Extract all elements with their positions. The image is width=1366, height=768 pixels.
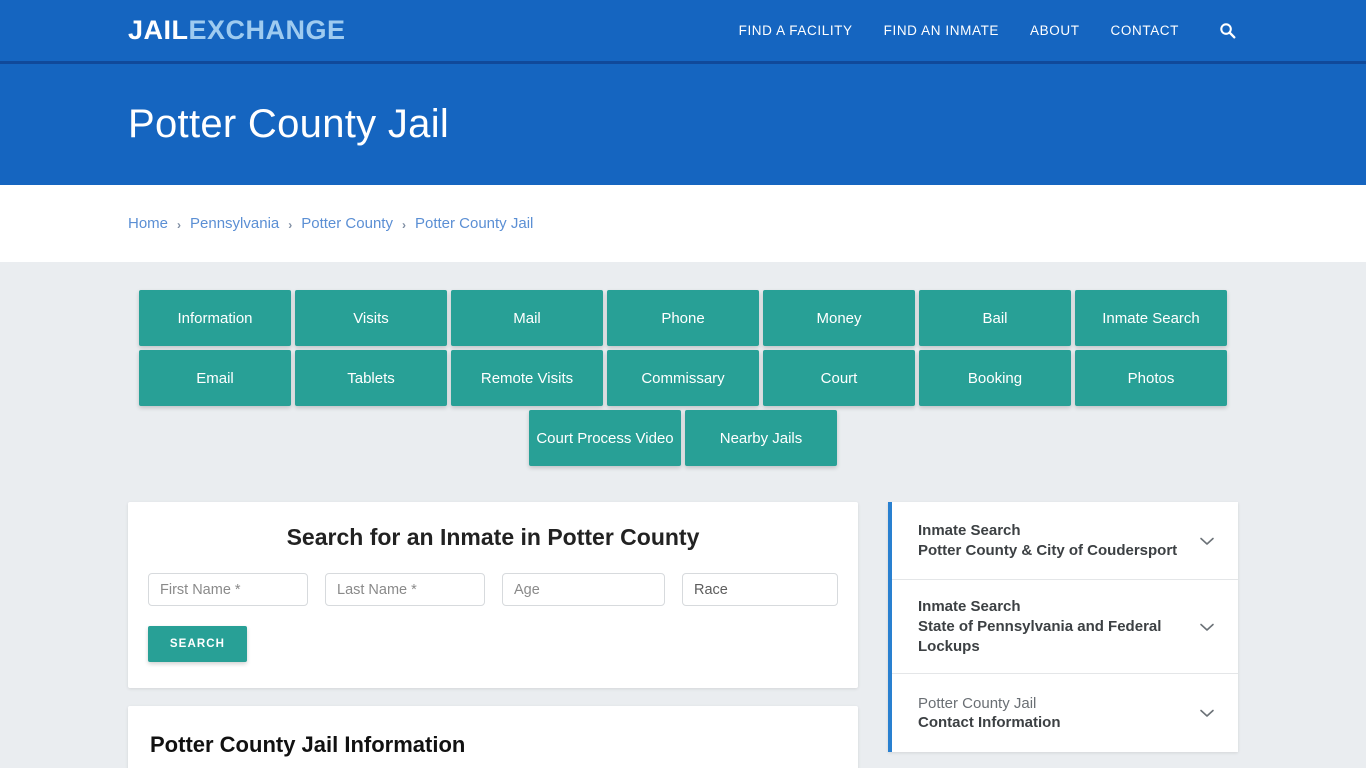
tab-court-process-video[interactable]: Court Process Video <box>529 410 681 466</box>
accordion-item-labels: Inmate Search State of Pennsylvania and … <box>918 597 1184 656</box>
tab-money[interactable]: Money <box>763 290 915 346</box>
site-logo[interactable]: JAILEXCHANGE <box>128 17 346 44</box>
accordion-item-line1: Potter County Jail <box>918 694 1037 712</box>
nav-item-find-a-facility[interactable]: FIND A FACILITY <box>739 23 853 38</box>
search-icon[interactable] <box>1216 20 1238 42</box>
age-input[interactable] <box>502 573 665 606</box>
nav-item-contact[interactable]: CONTACT <box>1111 23 1179 38</box>
tab-photos[interactable]: Photos <box>1075 350 1227 406</box>
chevron-right-icon: › <box>401 217 406 232</box>
tab-email[interactable]: Email <box>139 350 291 406</box>
main-navigation: FIND A FACILITY FIND AN INMATE ABOUT CON… <box>739 20 1238 42</box>
tab-inmate-search[interactable]: Inmate Search <box>1075 290 1227 346</box>
search-button[interactable]: SEARCH <box>148 626 247 662</box>
tab-mail[interactable]: Mail <box>451 290 603 346</box>
race-select[interactable]: Race <box>682 573 838 606</box>
page-body: Information Visits Mail Phone Money Bail… <box>0 262 1366 768</box>
jail-information-card: Potter County Jail Information <box>128 706 858 768</box>
accordion-item-line2: Contact Information <box>918 714 1061 732</box>
inmate-search-fields: Race <box>148 573 838 606</box>
accordion-item-line2: State of Pennsylvania and Federal Lockup… <box>918 617 1162 655</box>
breadcrumb-item-potter-county[interactable]: Potter County <box>301 215 393 232</box>
nav-item-about[interactable]: ABOUT <box>1030 23 1080 38</box>
breadcrumb-bar: Home › Pennsylvania › Potter County › Po… <box>0 185 1366 262</box>
first-name-input[interactable] <box>148 573 308 606</box>
logo-text-secondary: EXCHANGE <box>188 15 346 45</box>
tab-remote-visits[interactable]: Remote Visits <box>451 350 603 406</box>
tab-booking[interactable]: Booking <box>919 350 1071 406</box>
tab-nearby-jails[interactable]: Nearby Jails <box>685 410 837 466</box>
facility-section-tabs: Information Visits Mail Phone Money Bail… <box>128 290 1238 406</box>
accordion-item-line1: Inmate Search <box>918 521 1021 539</box>
accordion-item-line2: Potter County & City of Coudersport <box>918 541 1178 559</box>
chevron-down-icon[interactable] <box>1196 616 1218 638</box>
inmate-search-heading: Search for an Inmate in Potter County <box>286 524 700 550</box>
tab-information[interactable]: Information <box>139 290 291 346</box>
accordion-item-inmate-search-county[interactable]: Inmate Search Potter County & City of Co… <box>892 502 1238 580</box>
tab-bail[interactable]: Bail <box>919 290 1071 346</box>
sidebar-accordion: Inmate Search Potter County & City of Co… <box>888 502 1238 753</box>
tab-commissary[interactable]: Commissary <box>607 350 759 406</box>
site-header: JAILEXCHANGE FIND A FACILITY FIND AN INM… <box>0 0 1366 64</box>
chevron-down-icon[interactable] <box>1196 530 1218 552</box>
chevron-right-icon: › <box>177 217 182 232</box>
tab-phone[interactable]: Phone <box>607 290 759 346</box>
facility-section-tabs-row3: Court Process Video Nearby Jails <box>128 410 1238 466</box>
breadcrumb: Home › Pennsylvania › Potter County › Po… <box>128 215 533 232</box>
tab-court[interactable]: Court <box>763 350 915 406</box>
accordion-item-labels: Inmate Search Potter County & City of Co… <box>918 521 1177 561</box>
nav-item-find-an-inmate[interactable]: FIND AN INMATE <box>884 23 999 38</box>
last-name-input[interactable] <box>325 573 485 606</box>
accordion-item-contact-information[interactable]: Potter County Jail Contact Information <box>892 674 1238 752</box>
tab-tablets[interactable]: Tablets <box>295 350 447 406</box>
chevron-down-icon[interactable] <box>1196 702 1218 724</box>
breadcrumb-item-potter-county-jail[interactable]: Potter County Jail <box>415 215 533 232</box>
tab-visits[interactable]: Visits <box>295 290 447 346</box>
accordion-item-line1: Inmate Search <box>918 598 1021 615</box>
page-title: Potter County Jail <box>128 102 450 146</box>
chevron-right-icon: › <box>288 217 293 232</box>
accordion-item-labels: Potter County Jail Contact Information <box>918 694 1061 734</box>
content-columns: Search for an Inmate in Potter County Ra… <box>128 502 1238 768</box>
sidebar-column: Inmate Search Potter County & City of Co… <box>888 502 1238 753</box>
hero-banner: Potter County Jail <box>0 64 1366 185</box>
logo-text-primary: JAIL <box>128 15 189 45</box>
accordion-item-inmate-search-state[interactable]: Inmate Search State of Pennsylvania and … <box>892 580 1238 675</box>
jail-information-heading: Potter County Jail Information <box>150 732 466 757</box>
breadcrumb-item-home[interactable]: Home <box>128 215 168 232</box>
inmate-search-card: Search for an Inmate in Potter County Ra… <box>128 502 858 688</box>
breadcrumb-item-pennsylvania[interactable]: Pennsylvania <box>190 215 279 232</box>
main-column: Search for an Inmate in Potter County Ra… <box>128 502 858 768</box>
